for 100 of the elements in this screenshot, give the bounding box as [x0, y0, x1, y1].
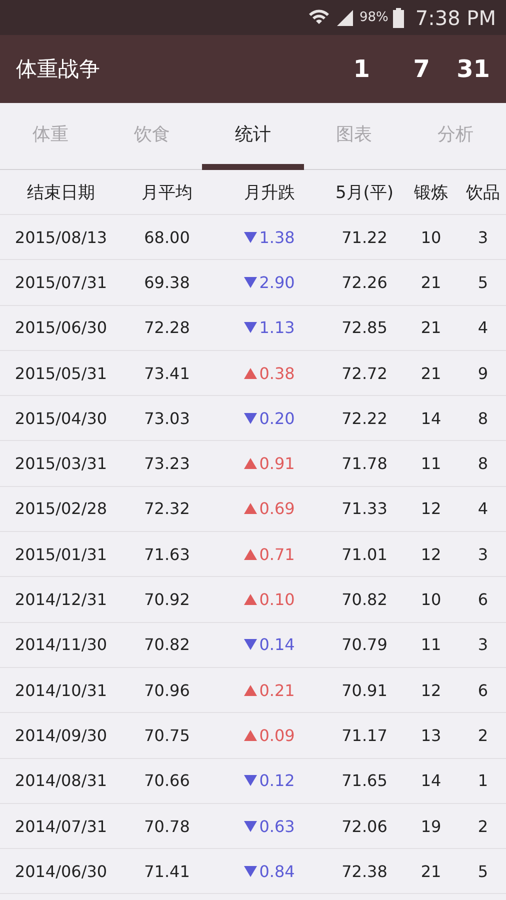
table-cell-text: 70.82	[340, 590, 388, 610]
battery-icon	[393, 8, 404, 28]
counter: 31	[456, 55, 490, 83]
counter: 7	[412, 55, 430, 83]
table-cell-text: 70.96	[143, 680, 191, 700]
down-triangle-icon	[244, 322, 258, 334]
down-triangle-icon	[244, 276, 258, 288]
table-cell-text: 14	[420, 408, 442, 428]
table-cell-text: 73.03	[143, 408, 191, 428]
table-cell-text: 10	[420, 228, 442, 247]
table-cell-text: 2014/12/31	[14, 590, 108, 610]
table-cell-text: 10	[420, 590, 442, 610]
table-cell-text: 69.38	[143, 272, 191, 292]
table-cell-text: 2	[476, 816, 490, 836]
table-cell-text: 2014/10/31	[14, 680, 108, 700]
down-triangle-icon	[244, 820, 258, 832]
table-cell-text: 14	[420, 771, 442, 790]
table-cell-text: 2015/01/31	[14, 544, 108, 564]
table-cell-text: 2014/11/30	[14, 635, 108, 654]
table-cell-text: 70.66	[143, 771, 191, 790]
table-cell: 0.63	[212, 816, 327, 836]
table-cell-text: 21	[420, 364, 442, 383]
table-cell-text: 19	[420, 816, 442, 836]
table-cell-text: 72.22	[340, 408, 388, 428]
column-header: 5月(平)	[334, 182, 395, 204]
table-cell-text: 68.00	[143, 228, 191, 247]
column-header: 结束日期	[26, 182, 96, 204]
table-cell-text: 2015/08/13	[14, 228, 108, 247]
tab[interactable]: 分析	[404, 103, 506, 170]
tab[interactable]: 图表	[304, 103, 405, 170]
table-cell-text: 72.38	[340, 862, 388, 881]
table-cell-text: 73.41	[143, 364, 191, 383]
up-triangle-icon	[244, 730, 258, 741]
table-cell-text: 3	[476, 544, 490, 564]
table-cell-text: 2014/08/31	[14, 771, 108, 790]
table-cell-text: 72.72	[340, 364, 388, 383]
up-triangle-icon	[244, 684, 258, 696]
table-cell-text: 72.06	[340, 816, 388, 836]
table-cell-text: 21	[420, 862, 442, 881]
table-cell-text: 2015/04/30	[14, 408, 108, 428]
table-cell-text: 6	[476, 680, 490, 700]
table-cell-text: 70.82	[143, 635, 191, 654]
table-cell-text: 2015/03/31	[14, 454, 108, 474]
table-cell-text: 3	[476, 635, 490, 654]
app-title: 体重战争	[16, 56, 101, 83]
up-triangle-icon	[244, 594, 258, 606]
table-cell-text: 4	[476, 499, 490, 518]
table-cell-text: 71.17	[340, 726, 388, 745]
table-cell-text: 12	[420, 544, 442, 564]
table-cell-text: 21	[420, 318, 442, 338]
counter: 1	[352, 55, 370, 83]
table-cell: 0.14	[212, 635, 327, 654]
table-cell: 0.69	[212, 499, 327, 518]
table-cell: 0.91	[212, 454, 327, 474]
table-cell-text: 70.79	[340, 635, 388, 654]
table-cell-text: 2014/06/30	[14, 862, 108, 881]
table-cell-text: 6	[476, 590, 490, 610]
table-cell: 0.38	[212, 364, 327, 383]
table-cell-text: 72.28	[143, 318, 191, 338]
down-triangle-icon	[244, 866, 258, 877]
table-cell-text: 21	[420, 272, 442, 292]
table-cell-text: 2	[476, 726, 490, 745]
table-cell-text: 2015/05/31	[14, 364, 108, 383]
tab[interactable]: 体重	[0, 103, 102, 170]
table-cell-text: 13	[420, 726, 442, 745]
tab[interactable]: 饮食	[101, 103, 202, 170]
table-cell-text: 8	[476, 454, 490, 474]
table-cell-text: 71.78	[340, 454, 388, 474]
table-cell-text: 12	[420, 499, 442, 518]
table-cell-text: 71.33	[340, 499, 388, 518]
table-cell: 0.09	[212, 726, 327, 745]
table-cell-text: 4	[476, 318, 490, 338]
column-header: 月平均	[140, 182, 194, 204]
table-cell-text: 8	[476, 408, 490, 428]
column-header: 饮品	[465, 182, 501, 204]
up-triangle-icon	[244, 548, 258, 560]
table-cell-text: 71.41	[143, 862, 191, 881]
table-cell-text: 9	[476, 364, 490, 383]
up-triangle-icon	[244, 503, 258, 514]
table-cell: 2.90	[212, 272, 327, 292]
table-cell-text: 11	[420, 635, 442, 654]
table-cell-text: 12	[420, 680, 442, 700]
table-cell-text: 1	[476, 771, 490, 790]
down-triangle-icon	[244, 232, 258, 243]
up-triangle-icon	[244, 458, 258, 470]
table-cell: 1.13	[212, 318, 327, 338]
table-cell-text: 2015/02/28	[14, 499, 108, 518]
table-cell-text: 72.32	[143, 499, 191, 518]
up-triangle-icon	[244, 368, 258, 379]
tab[interactable]: 统计	[202, 103, 304, 170]
table-cell-text: 70.78	[143, 816, 191, 836]
table-cell-text: 70.75	[143, 726, 191, 745]
table-cell: 0.21	[212, 680, 327, 700]
table-cell-text: 2014/07/31	[14, 816, 108, 836]
clock: 7:38 PM	[415, 6, 496, 30]
signal-icon	[334, 8, 354, 26]
table-cell: 0.84	[212, 862, 327, 881]
down-triangle-icon	[244, 775, 258, 786]
table-cell-text: 2015/07/31	[14, 272, 108, 292]
table-cell-text: 5	[476, 272, 490, 292]
